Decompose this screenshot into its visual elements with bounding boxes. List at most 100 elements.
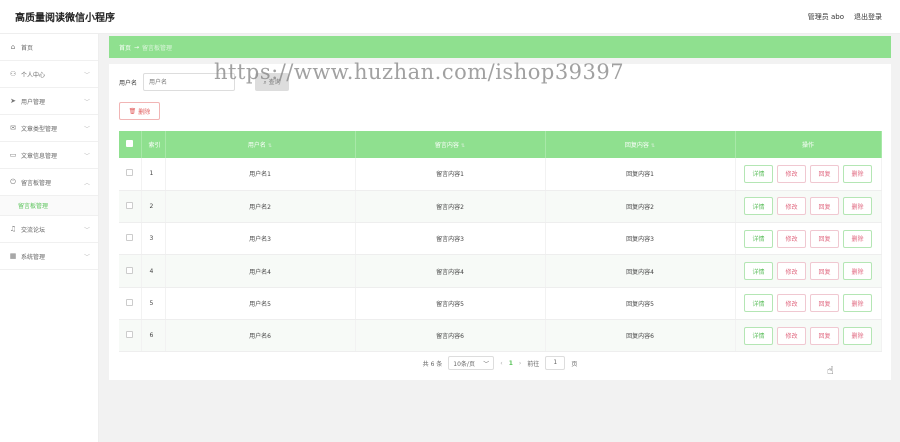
- pagination-total: 共 6 条: [422, 360, 443, 368]
- row-checkbox[interactable]: [119, 319, 142, 353]
- row-message: 留言内容6: [355, 319, 546, 353]
- reply-button[interactable]: 回复: [810, 326, 839, 345]
- delete-button[interactable]: 删除: [843, 262, 872, 281]
- edit-button[interactable]: 修改: [777, 197, 806, 216]
- column-header-reply[interactable]: 回复内容 ⇅: [545, 131, 736, 158]
- row-index: 1: [141, 158, 166, 191]
- grid-icon: ▦: [9, 252, 17, 260]
- detail-button[interactable]: 详情: [744, 197, 773, 216]
- search-input[interactable]: [143, 73, 236, 91]
- prev-page-icon[interactable]: ‹: [500, 360, 502, 367]
- column-header-actions: 操作: [735, 131, 882, 158]
- search-button-label: 查询: [268, 79, 281, 86]
- column-header-index: 索引: [141, 131, 166, 158]
- row-actions: 详情 修改 回复 删除: [735, 319, 882, 353]
- delete-button[interactable]: 删除: [843, 229, 872, 248]
- edit-button[interactable]: 修改: [777, 164, 806, 183]
- edit-button[interactable]: 修改: [777, 326, 806, 345]
- row-username: 用户名2: [165, 190, 356, 224]
- table-row: 2 用户名2 留言内容2 回复内容2 详情 修改 回复 删除: [119, 190, 882, 224]
- delete-button[interactable]: 删除: [843, 294, 872, 313]
- reply-button[interactable]: 回复: [810, 164, 839, 183]
- row-checkbox[interactable]: [119, 287, 142, 320]
- page-size-select[interactable]: 10条/页 ﹀: [448, 356, 495, 370]
- sidebar-item-users[interactable]: ➤ 用户管理 ﹀: [0, 88, 98, 115]
- top-bar: 高质量阅读微信小程序 管理员 abo 退出登录: [0, 0, 900, 34]
- edit-button[interactable]: 修改: [777, 262, 806, 281]
- sidebar-item-messages[interactable]: ⏻ 留言板管理 ︿: [0, 169, 98, 196]
- sidebar-item-article-types[interactable]: ✉ 文章类型管理 ﹀: [0, 115, 98, 142]
- row-checkbox[interactable]: [119, 222, 142, 256]
- breadcrumb-home[interactable]: 首页: [119, 43, 131, 52]
- row-actions: 详情 修改 回复 删除: [735, 222, 882, 256]
- sidebar-subitem-messages[interactable]: 留言板管理: [0, 196, 98, 216]
- delete-button[interactable]: 删除: [843, 326, 872, 345]
- row-reply: 回复内容3: [545, 222, 736, 256]
- delete-button[interactable]: 删除: [843, 197, 872, 216]
- chat-icon: ▭: [9, 151, 17, 159]
- column-header-username[interactable]: 用户名 ⇅: [165, 131, 356, 158]
- power-icon: ⏻: [10, 177, 16, 186]
- row-reply: 回复内容2: [545, 190, 736, 224]
- row-message: 留言内容2: [355, 190, 546, 224]
- select-all-checkbox[interactable]: [119, 131, 142, 158]
- goto-page-input[interactable]: 1: [545, 356, 566, 370]
- send-icon: ➤: [10, 97, 16, 105]
- reply-button[interactable]: 回复: [810, 229, 839, 248]
- detail-button[interactable]: 详情: [744, 262, 773, 281]
- chevron-down-icon: ﹀: [483, 360, 490, 368]
- detail-button[interactable]: 详情: [744, 164, 773, 183]
- chevron-up-icon: ︿: [83, 179, 90, 187]
- detail-button[interactable]: 详情: [744, 229, 773, 248]
- search-icon: ⌕: [263, 79, 267, 86]
- chevron-down-icon: ﹀: [83, 152, 90, 160]
- trash-icon: 🗑: [128, 107, 137, 115]
- search-bar: 用户名 ⌕ 查询: [119, 72, 290, 92]
- bulk-delete-button[interactable]: 🗑 删除: [119, 102, 160, 120]
- row-checkbox[interactable]: [119, 158, 142, 191]
- row-index: 2: [141, 190, 166, 224]
- edit-button[interactable]: 修改: [777, 229, 806, 248]
- row-username: 用户名3: [165, 222, 356, 256]
- detail-button[interactable]: 详情: [744, 326, 773, 345]
- row-checkbox[interactable]: [119, 254, 142, 288]
- page-number[interactable]: 1: [509, 360, 513, 367]
- sidebar-item-articles[interactable]: ▭ 文章信息管理 ﹀: [0, 142, 98, 169]
- chevron-down-icon: ﹀: [83, 98, 90, 106]
- next-page-icon[interactable]: ›: [519, 360, 521, 367]
- reply-button[interactable]: 回复: [810, 197, 839, 216]
- table-row: 1 用户名1 留言内容1 回复内容1 详情 修改 回复 删除: [119, 158, 882, 191]
- chevron-down-icon: ﹀: [83, 71, 90, 79]
- row-message: 留言内容4: [355, 254, 546, 288]
- row-checkbox[interactable]: [119, 190, 142, 224]
- current-user: 管理员 abo: [807, 12, 844, 21]
- table-header-row: 索引 用户名 ⇅ 留言内容 ⇅ 回复内容 ⇅ 操作: [119, 131, 882, 158]
- table-row: 4 用户名4 留言内容4 回复内容4 详情 修改 回复 删除: [119, 254, 882, 288]
- column-header-message[interactable]: 留言内容 ⇅: [355, 131, 546, 158]
- mic-icon: ♫: [9, 225, 17, 233]
- table-row: 3 用户名3 留言内容3 回复内容3 详情 修改 回复 删除: [119, 222, 882, 256]
- user-icon: ⚇: [9, 70, 17, 78]
- sidebar-item-profile[interactable]: ⚇ 个人中心 ﹀: [0, 61, 98, 88]
- sidebar-item-home[interactable]: ⌂ 首页: [0, 34, 98, 61]
- delete-button[interactable]: 删除: [843, 164, 872, 183]
- reply-button[interactable]: 回复: [810, 294, 839, 313]
- sidebar-item-system[interactable]: ▦ 系统管理 ﹀: [0, 243, 98, 270]
- detail-button[interactable]: 详情: [744, 294, 773, 313]
- row-actions: 详情 修改 回复 删除: [735, 287, 882, 320]
- sort-icon: ⇅: [267, 143, 273, 149]
- sidebar-item-forum[interactable]: ♫ 交流论坛 ﹀: [0, 216, 98, 243]
- sidebar-item-label: 系统管理: [21, 253, 46, 261]
- sidebar: ⌂ 首页 ⚇ 个人中心 ﹀ ➤ 用户管理 ﹀ ✉ 文章类型管理 ﹀ ▭ 文章信息…: [0, 34, 99, 442]
- edit-button[interactable]: 修改: [777, 294, 806, 313]
- row-message: 留言内容5: [355, 287, 546, 320]
- reply-button[interactable]: 回复: [810, 262, 839, 281]
- logout-link[interactable]: 退出登录: [854, 12, 882, 22]
- row-username: 用户名6: [165, 319, 356, 353]
- row-username: 用户名4: [165, 254, 356, 288]
- sidebar-item-label: 交流论坛: [21, 226, 46, 234]
- sidebar-item-label: 个人中心: [21, 71, 46, 79]
- row-index: 3: [141, 222, 166, 256]
- row-index: 6: [141, 319, 166, 353]
- search-button[interactable]: ⌕ 查询: [255, 73, 290, 91]
